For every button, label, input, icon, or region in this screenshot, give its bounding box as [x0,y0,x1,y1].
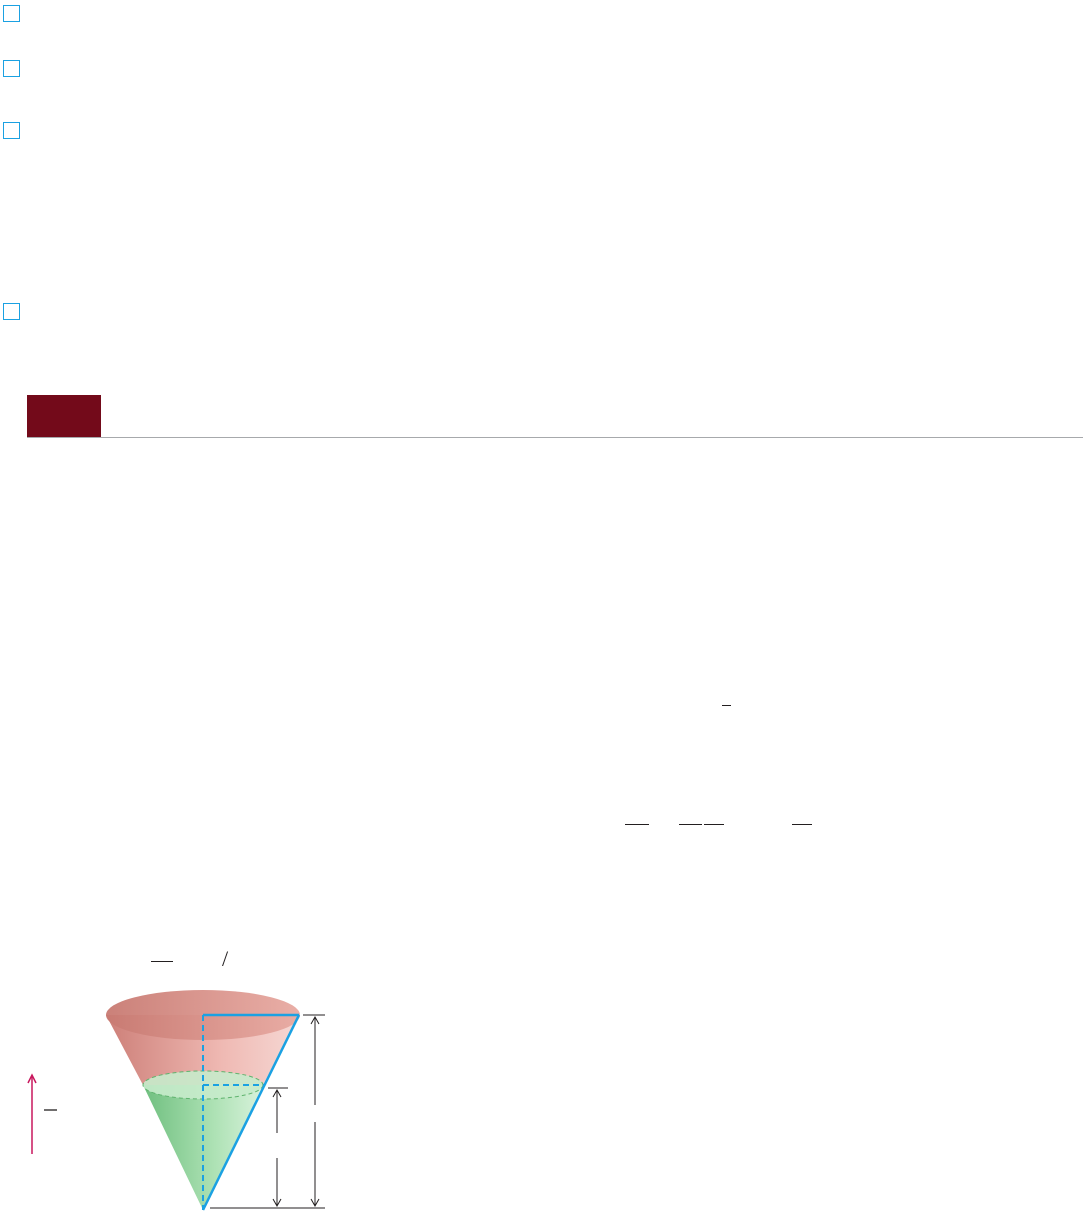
section-header-tab [27,395,101,437]
cone-figure [27,990,325,1211]
checkbox-icon[interactable] [3,122,20,139]
fraction-bar [722,705,731,707]
checkbox-icon[interactable] [3,5,20,22]
fraction-bar [625,824,649,826]
up-arrow-icon [27,1073,37,1154]
fraction-bar [679,824,702,826]
checkbox-icon[interactable] [3,303,20,320]
section-divider [27,437,1083,438]
checkbox-icon[interactable] [3,60,20,77]
water-depth-dimension [272,1088,282,1208]
fraction-bar [704,824,724,826]
height-dimension [310,1015,320,1208]
fraction-bar [792,824,812,826]
